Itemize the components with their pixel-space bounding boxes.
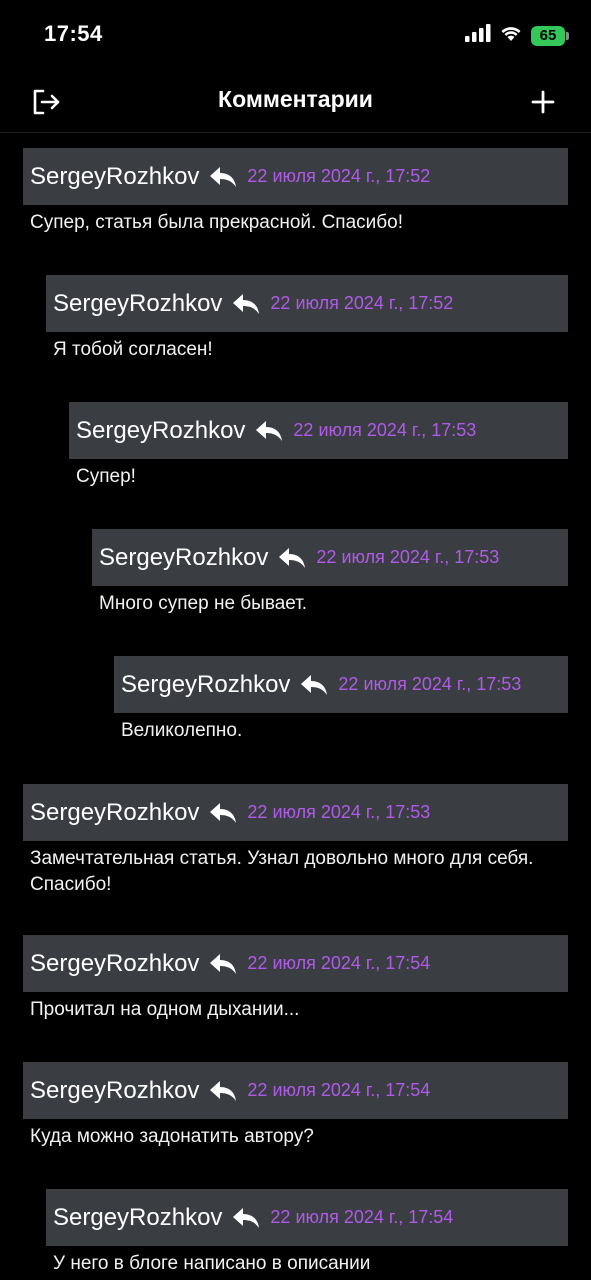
reply-icon[interactable]: [209, 166, 237, 188]
comment-author[interactable]: SergeyRozhkov: [30, 799, 199, 827]
comment-header: SergeyRozhkov 22 июля 2024 г., 17:54: [46, 1189, 568, 1246]
comment-date: 22 июля 2024 г., 17:53: [247, 802, 431, 822]
comment-header: SergeyRozhkov 22 июля 2024 г., 17:53: [69, 402, 568, 459]
comment-header: SergeyRozhkov 22 июля 2024 г., 17:53: [114, 656, 568, 713]
comment-header: SergeyRozhkov 22 июля 2024 г., 17:53: [92, 529, 568, 586]
comment-text: Великолепно.: [121, 720, 243, 741]
comment-text: Супер!: [76, 466, 136, 487]
comment-header: SergeyRozhkov 22 июля 2024 г., 17:52: [23, 148, 568, 205]
comment-item: SergeyRozhkov 22 июля 2024 г., 17:53 Зам…: [23, 784, 568, 898]
comment-text: Супер, статья была прекрасной. Спасибо!: [30, 212, 403, 233]
comment-text: Прочитал на одном дыхании...: [30, 999, 300, 1020]
comment-item: SergeyRozhkov 22 июля 2024 г., 17:53 Мно…: [92, 529, 568, 617]
comment-date: 22 июля 2024 г., 17:53: [316, 547, 500, 567]
comment-date: 22 июля 2024 г., 17:53: [338, 674, 522, 694]
reply-icon[interactable]: [232, 1207, 260, 1229]
comment-date: 22 июля 2024 г., 17:54: [247, 1080, 431, 1100]
comment-header: SergeyRozhkov 22 июля 2024 г., 17:52: [46, 275, 568, 332]
comment-author[interactable]: SergeyRozhkov: [76, 417, 245, 445]
comment-text: Много супер не бывает.: [99, 593, 308, 614]
comment-author[interactable]: SergeyRozhkov: [53, 1204, 222, 1232]
reply-icon[interactable]: [209, 953, 237, 975]
comment-item: SergeyRozhkov 22 июля 2024 г., 17:53 Вел…: [114, 656, 568, 744]
comment-item: SergeyRozhkov 22 июля 2024 г., 17:54 Про…: [23, 935, 568, 1023]
comment-header: SergeyRozhkov 22 июля 2024 г., 17:54: [23, 1062, 568, 1119]
comment-author[interactable]: SergeyRozhkov: [121, 671, 290, 699]
add-comment-button[interactable]: [525, 84, 561, 120]
comment-text: Я тобой согласен!: [53, 339, 213, 360]
signal-icon: [465, 24, 491, 47]
comment-text: У него в блоге написано в описании: [53, 1253, 371, 1274]
battery-icon: 65: [531, 25, 569, 46]
page-title: Комментарии: [218, 86, 373, 112]
comment-item: SergeyRozhkov 22 июля 2024 г., 17:54 У н…: [46, 1189, 568, 1277]
reply-icon[interactable]: [300, 674, 328, 696]
reply-icon[interactable]: [209, 802, 237, 824]
reply-icon[interactable]: [278, 547, 306, 569]
comment-date: 22 июля 2024 г., 17:54: [270, 1207, 454, 1227]
comment-text: Куда можно задонатить автору?: [30, 1126, 314, 1147]
comment-item: SergeyRozhkov 22 июля 2024 г., 17:52 Суп…: [23, 148, 568, 236]
comment-author[interactable]: SergeyRozhkov: [53, 290, 222, 318]
wifi-icon: [499, 24, 523, 47]
comment-header: SergeyRozhkov 22 июля 2024 г., 17:53: [23, 784, 568, 841]
battery-level: 65: [539, 27, 557, 44]
comment-author[interactable]: SergeyRozhkov: [30, 163, 199, 191]
nav-bar: Комментарии: [0, 72, 591, 133]
plus-icon: [531, 90, 555, 114]
comment-author[interactable]: SergeyRozhkov: [30, 1077, 199, 1105]
comment-text: Замечтательная статья. Узнал довольно мн…: [30, 848, 534, 895]
comment-date: 22 июля 2024 г., 17:53: [293, 420, 477, 440]
comment-author[interactable]: SergeyRozhkov: [99, 544, 268, 572]
comment-header: SergeyRozhkov 22 июля 2024 г., 17:54: [23, 935, 568, 992]
comment-item: SergeyRozhkov 22 июля 2024 г., 17:52 Я т…: [46, 275, 568, 363]
comment-author[interactable]: SergeyRozhkov: [30, 950, 199, 978]
reply-icon[interactable]: [255, 420, 283, 442]
reply-icon[interactable]: [232, 293, 260, 315]
reply-icon[interactable]: [209, 1080, 237, 1102]
comment-item: SergeyRozhkov 22 июля 2024 г., 17:54 Куд…: [23, 1062, 568, 1150]
comment-date: 22 июля 2024 г., 17:54: [247, 953, 431, 973]
comment-date: 22 июля 2024 г., 17:52: [247, 166, 431, 186]
comment-item: SergeyRozhkov 22 июля 2024 г., 17:53 Суп…: [69, 402, 568, 490]
status-bar: 17:54 65: [0, 0, 591, 72]
status-icons: 65: [465, 24, 569, 47]
status-time: 17:54: [44, 21, 103, 46]
comment-date: 22 июля 2024 г., 17:52: [270, 293, 454, 313]
